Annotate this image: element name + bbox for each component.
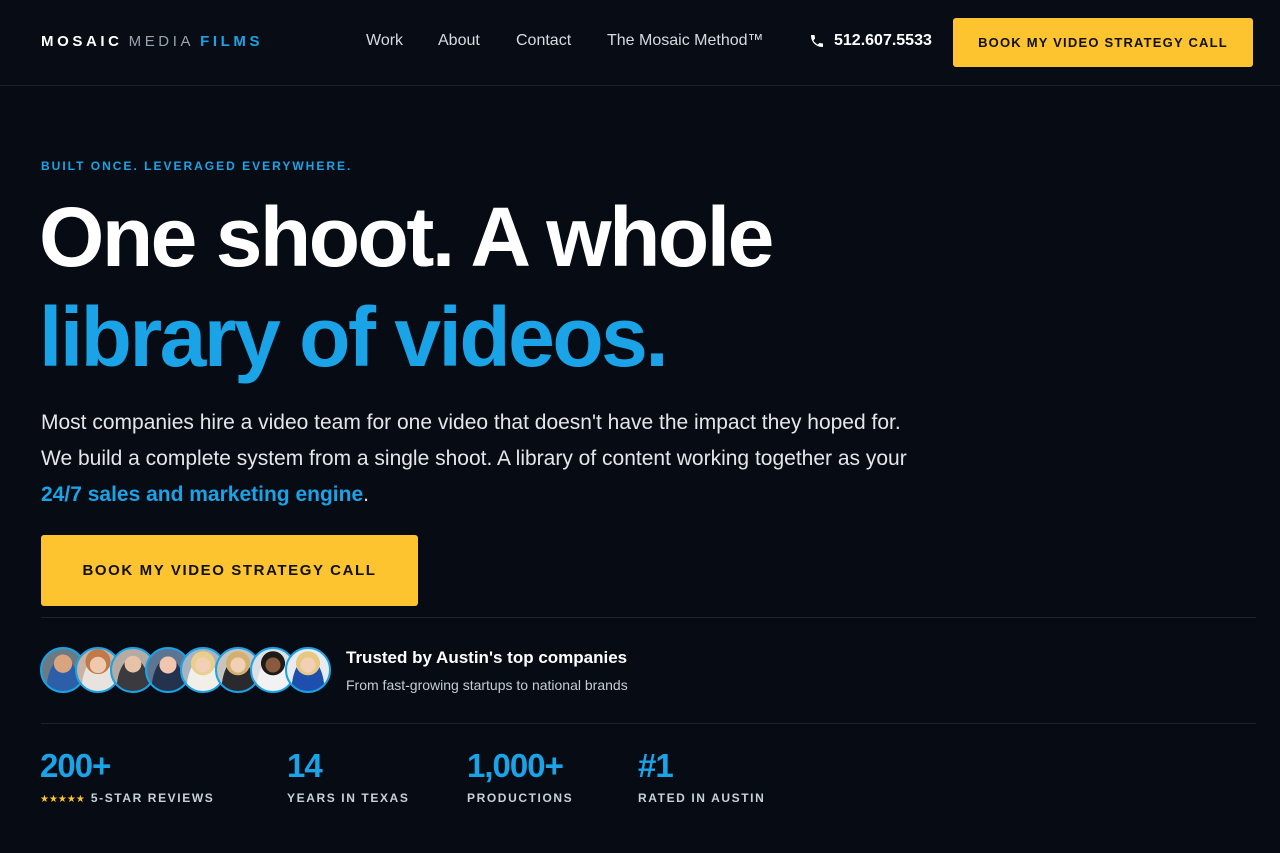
logo-word-media: MEDIA: [128, 33, 195, 50]
phone-number: 512.607.5533: [834, 32, 932, 49]
hero-book-call-button[interactable]: BOOK MY VIDEO STRATEGY CALL: [41, 535, 418, 606]
divider-top: [41, 617, 1256, 618]
stat-reviews: 200+ ★★★★★ 5-STAR REVIEWS: [40, 746, 214, 805]
hero-headline-line2: library of videos.: [39, 290, 669, 384]
stat-label: YEARS IN TEXAS: [287, 791, 410, 805]
stat-value: 14: [287, 747, 323, 784]
site-header: MOSAIC MEDIA FILMS Work About Contact The …: [0, 0, 1280, 86]
hero-headline-line1: One shoot. A whole: [39, 190, 774, 284]
hero-lead: Most companies hire a video team for one…: [41, 405, 921, 513]
hero-lead-text: Most companies hire a video team for one…: [41, 411, 907, 470]
stat-value: 1,000+: [467, 747, 564, 784]
stat-value: #1: [638, 747, 674, 784]
hero-eyebrow: BUILT ONCE. LEVERAGED EVERYWHERE.: [41, 159, 353, 173]
stat-value: 200+: [40, 747, 111, 784]
header-book-call-button[interactable]: BOOK MY VIDEO STRATEGY CALL: [953, 18, 1253, 67]
phone-link[interactable]: 512.607.5533: [809, 32, 932, 50]
nav-about[interactable]: About: [438, 32, 480, 50]
stat-rating: #1 RATED IN AUSTIN: [638, 746, 765, 805]
nav-contact[interactable]: Contact: [516, 32, 571, 50]
client-avatars: [40, 647, 331, 693]
stat-label: RATED IN AUSTIN: [638, 791, 766, 805]
stat-productions: 1,000+ PRODUCTIONS: [467, 746, 573, 805]
trust-title: Trusted by Austin's top companies: [346, 648, 628, 667]
hero-lead-highlight: 24/7 sales and marketing engine: [41, 483, 364, 506]
divider-bottom: [41, 723, 1256, 724]
hero-headline: One shoot. A whole library of videos.: [39, 187, 774, 387]
stat-label: 5-STAR REVIEWS: [90, 791, 215, 805]
logo-word-films: FILMS: [200, 33, 264, 50]
trust-subtitle: From fast-growing startups to national b…: [346, 677, 628, 693]
logo-word-mosaic: MOSAIC: [41, 33, 123, 50]
star-rating-icon: ★★★★★: [40, 794, 85, 805]
nav-work[interactable]: Work: [366, 32, 403, 50]
stat-years: 14 YEARS IN TEXAS: [287, 746, 409, 805]
stat-label: PRODUCTIONS: [467, 791, 574, 805]
nav-mosaic-method[interactable]: The Mosaic Method™: [607, 32, 764, 50]
hero-lead-end: .: [363, 483, 369, 506]
avatar: [285, 647, 331, 693]
logo[interactable]: MOSAIC MEDIA FILMS: [41, 33, 263, 50]
phone-icon: [811, 35, 823, 47]
